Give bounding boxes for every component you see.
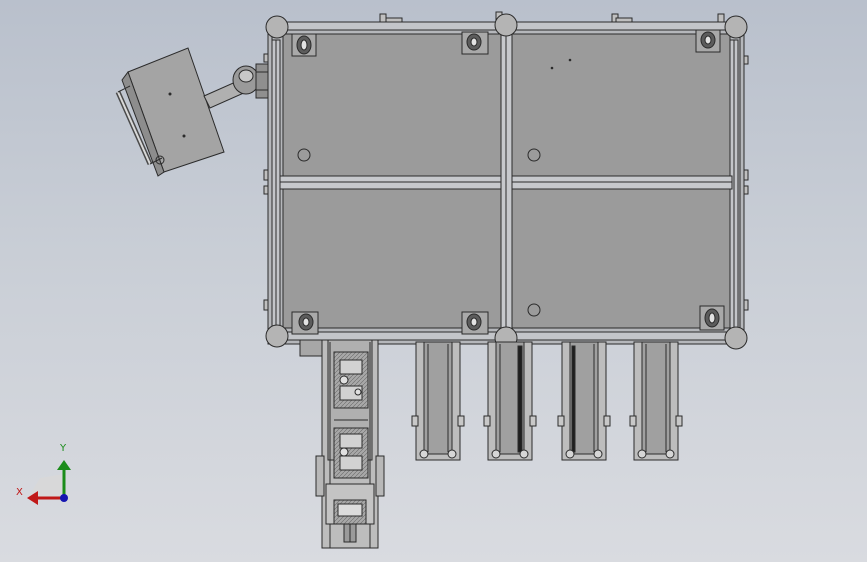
handle-box <box>127 47 225 173</box>
side-conveyor <box>411 341 465 461</box>
caster <box>695 29 721 53</box>
caster <box>461 31 489 55</box>
arm-mount <box>255 63 269 99</box>
handle-box-assembly <box>115 47 225 177</box>
caster <box>291 33 317 57</box>
side-conveyor <box>483 341 537 461</box>
panel-bottom-right <box>511 188 731 329</box>
panel-bottom-left <box>282 188 502 329</box>
caster <box>291 311 319 335</box>
assembly-drawing <box>27 11 749 549</box>
side-conveyor <box>629 341 683 461</box>
panel-top-right <box>511 33 731 177</box>
orientation-triad <box>27 460 71 505</box>
corner-post <box>265 15 289 39</box>
slide-module <box>333 427 369 479</box>
corner-post <box>494 13 518 37</box>
cad-viewport[interactable]: Y X <box>0 0 867 562</box>
triad-y-label: Y <box>60 443 67 454</box>
caster <box>699 305 725 331</box>
caster <box>461 311 489 335</box>
corner-post <box>265 324 289 348</box>
triad-x-label: X <box>16 487 23 498</box>
linear-slide-assembly <box>299 339 385 549</box>
corner-post <box>724 326 748 350</box>
side-conveyor <box>557 341 611 461</box>
triad-z-axis <box>60 494 68 502</box>
support-arm <box>203 63 269 109</box>
main-frame <box>267 21 745 345</box>
corner-post <box>724 15 748 39</box>
